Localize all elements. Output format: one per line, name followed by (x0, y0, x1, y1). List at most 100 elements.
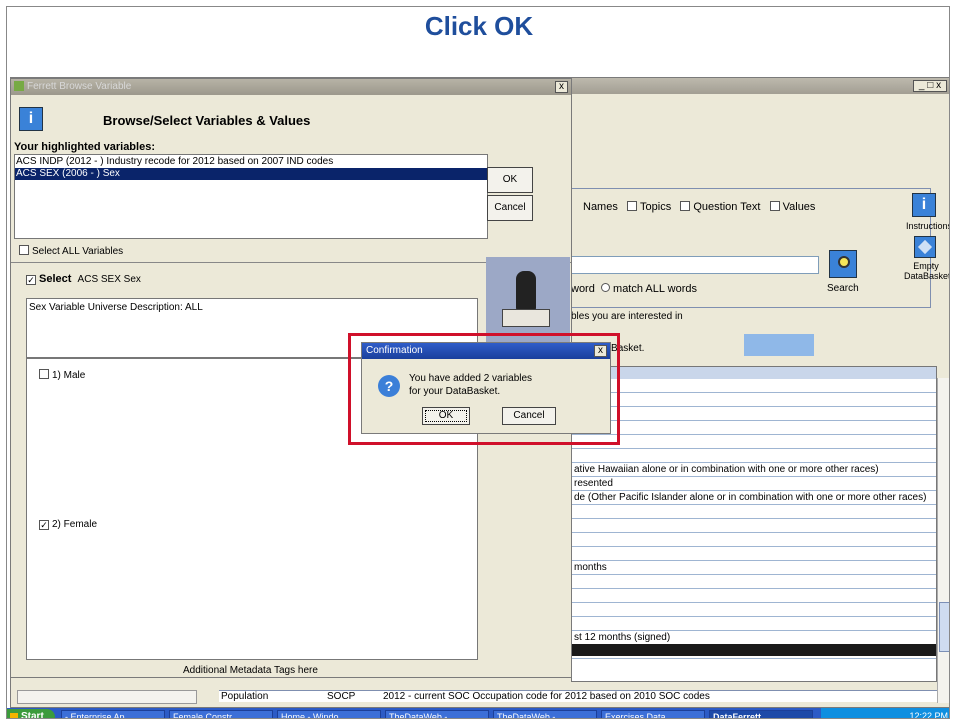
female-label: 2) Female (52, 519, 98, 530)
cancel-button[interactable]: Cancel (487, 195, 533, 221)
table-row[interactable] (572, 379, 936, 393)
vertical-scrollbar[interactable] (937, 378, 949, 703)
start-button[interactable]: Start (7, 709, 55, 719)
select-var-name: ACS SEX Sex (77, 274, 141, 285)
confirm-dialog: Confirmation x ? You have added 2 variab… (361, 342, 611, 434)
books-stack (502, 309, 550, 327)
select-all-checkbox[interactable] (19, 245, 29, 255)
select-checkbox[interactable]: ✓ (26, 275, 36, 285)
task-female-constr[interactable]: Female Constr... (169, 710, 273, 718)
instructions-label: Instructions (906, 221, 950, 231)
table-row[interactable] (572, 449, 936, 463)
table-row[interactable] (572, 533, 936, 547)
table-row[interactable]: st 12 months (signed) (572, 631, 936, 645)
table-row[interactable] (572, 603, 936, 617)
ferret-logo (486, 257, 570, 342)
topics-checkbox[interactable] (627, 201, 638, 211)
confirm-close-button[interactable]: x (594, 345, 607, 357)
windows-logo-icon (10, 713, 18, 718)
select-all-label: Select ALL Variables (32, 246, 124, 257)
task-thedataweb-1[interactable]: TheDataWeb - ... (385, 710, 489, 718)
scroll-thumb[interactable] (939, 602, 949, 652)
browse-close-button[interactable]: x (555, 81, 568, 93)
table-row[interactable] (572, 547, 936, 561)
table-row[interactable] (572, 519, 936, 533)
ferret-figure (516, 271, 536, 311)
taskbar: Start - Enterprise Ap... Female Constr..… (7, 708, 949, 719)
values-checkbox[interactable] (769, 201, 780, 211)
table-row[interactable]: months (572, 561, 936, 575)
metadata-label: Additional Metadata Tags here (183, 665, 318, 676)
slide-frame: Click OK _ □ x Names Topics Question Tex… (6, 6, 950, 719)
slide-title: Click OK (424, 11, 534, 41)
table-body: ative Hawaiian alone or in combination w… (572, 379, 936, 681)
opt-topics: Topics (640, 201, 672, 213)
task-home[interactable]: Home - Windo... (277, 710, 381, 718)
opt-names: Names (583, 201, 618, 213)
table-row[interactable] (572, 407, 936, 421)
browse-titlebar: Ferrett Browse Variable x (11, 79, 571, 95)
match-all-radio[interactable] (600, 283, 610, 292)
instructions-button[interactable]: i (912, 193, 936, 217)
table-row[interactable] (572, 421, 936, 435)
opt-values: Values (782, 201, 816, 213)
bottom-row[interactable]: Population SOCP 2012 - current SOC Occup… (219, 690, 937, 702)
table-row[interactable] (572, 589, 936, 603)
table-row[interactable]: de (Other Pacific Islander alone or in c… (572, 491, 936, 505)
list-item[interactable]: ACS INDP (2012 - ) Industry recode for 2… (16, 156, 333, 167)
info-icon: i (921, 196, 927, 213)
system-tray: 12:22 PM (821, 708, 949, 719)
clock: 12:22 PM (909, 711, 948, 719)
task-dataferrett[interactable]: DataFerrett (709, 710, 813, 718)
male-label: 1) Male (52, 370, 86, 381)
left-scrollbar[interactable] (17, 690, 197, 704)
select-all[interactable]: Select ALL Variables (19, 245, 123, 257)
search-options: Names Topics Question Text Values (583, 201, 815, 213)
highlighted-label: Your highlighted variables: (14, 141, 155, 153)
question-text-checkbox[interactable] (680, 201, 691, 211)
ok-button[interactable]: OK (487, 167, 533, 193)
male-checkbox[interactable] (39, 369, 49, 379)
interested-text: bles you are interested in (571, 311, 683, 322)
value-female[interactable]: ✓ 2) Female (39, 519, 97, 530)
confirm-line1: You have added 2 variables (409, 373, 533, 384)
female-checkbox[interactable]: ✓ (39, 520, 49, 530)
task-thedataweb-2[interactable]: TheDataWeb - ... (493, 710, 597, 718)
info-icon: i (19, 107, 43, 131)
browse-title: Ferrett Browse Variable (27, 81, 132, 92)
confirm-ok-button[interactable]: OK (422, 407, 470, 425)
task-enterprise[interactable]: - Enterprise Ap... (61, 710, 165, 718)
table-row[interactable] (572, 575, 936, 589)
table-row[interactable] (572, 505, 936, 519)
basket-banner (744, 334, 814, 356)
start-label: Start (21, 711, 44, 719)
basket-icon (917, 239, 933, 255)
select-label: Select (39, 273, 72, 285)
value-male[interactable]: 1) Male (39, 369, 85, 381)
search-input[interactable] (571, 256, 819, 274)
table-row[interactable] (572, 435, 936, 449)
row-socp-desc: 2012 - current SOC Occupation code for 2… (383, 691, 710, 702)
confirm-title: Confirmation (366, 345, 423, 356)
task-exercises[interactable]: Exercises Data... (601, 710, 705, 718)
match-word-text: word (571, 283, 595, 295)
table-header (572, 367, 936, 379)
confirm-cancel-button[interactable]: Cancel (502, 407, 556, 425)
table-row[interactable] (572, 617, 936, 631)
match-all-text: match ALL words (613, 283, 697, 295)
confirm-line2: for your DataBasket. (409, 386, 501, 397)
select-variable[interactable]: ✓ Select ACS SEX Sex (26, 273, 141, 285)
window-controls[interactable]: _ □ x (913, 80, 947, 92)
empty-basket-button[interactable] (914, 236, 936, 258)
table-row[interactable] (572, 393, 936, 407)
table-row[interactable]: ative Hawaiian alone or in combination w… (572, 463, 936, 477)
empty-basket-label: Empty DataBasket (904, 261, 950, 281)
search-label: Search (827, 283, 859, 294)
selected-row[interactable] (572, 644, 936, 656)
search-button[interactable] (829, 250, 857, 278)
table-row[interactable]: resented (572, 477, 936, 491)
variables-list: ACS INDP (2012 - ) Industry recode for 2… (14, 154, 488, 239)
opt-question-text: Question Text (693, 201, 761, 213)
confirm-titlebar: Confirmation x (362, 343, 610, 359)
list-item-selected[interactable]: ACS SEX (2006 - ) Sex (15, 168, 487, 180)
